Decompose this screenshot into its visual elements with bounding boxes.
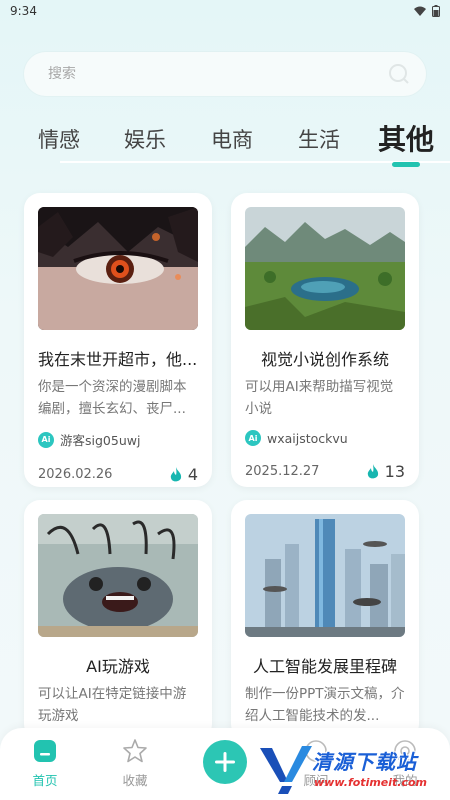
status-time: 9:34: [10, 4, 37, 18]
wifi-icon: [414, 6, 426, 16]
card-description: 可以用AI来帮助描写视觉小说: [245, 379, 394, 417]
tab-entertainment[interactable]: 娱乐: [124, 124, 166, 154]
futuristic-city-image: [245, 514, 405, 637]
watermark-name: 清源下载站: [312, 750, 417, 774]
home-icon: [34, 740, 56, 762]
landscape-lake-image: [245, 207, 405, 330]
card-heat: 4: [170, 465, 198, 484]
prompt-card[interactable]: 视觉小说创作系统 可以用AI来帮助描写视觉小说 Ai wxaijstockvu …: [231, 193, 419, 487]
star-icon: [123, 739, 147, 763]
card-title: AI玩游戏: [86, 657, 150, 676]
author-name: 游客sig05uwj: [60, 433, 141, 448]
watermark-url: www.fotimeit.com: [314, 776, 428, 789]
search-input[interactable]: [48, 66, 348, 82]
tab-active-indicator: [392, 162, 420, 167]
card-date: 2026.02.26: [38, 467, 113, 482]
card-author: Ai wxaijstockvu: [245, 430, 405, 446]
card-title: 我在末世开超市，他...: [38, 350, 198, 369]
status-icons: [414, 5, 440, 17]
heat-count: 13: [384, 462, 405, 481]
card-meta: 2026.02.26 4: [38, 465, 198, 484]
tab-ecommerce[interactable]: 电商: [211, 124, 253, 154]
card-description: 可以让AI在特定链接中游玩游戏: [38, 686, 187, 724]
card-heat: 13: [367, 462, 405, 481]
ai-avatar-icon: Ai: [245, 430, 261, 446]
ai-avatar-icon: Ai: [38, 431, 54, 448]
anime-eye-image: [38, 207, 198, 330]
flame-icon: [170, 466, 181, 481]
nav-home-label: 首页: [32, 773, 58, 788]
card-date: 2025.12.27: [245, 464, 320, 479]
flame-icon: [367, 463, 378, 478]
card-description: 制作一份PPT演示文稿，介绍人工智能技术的发...: [245, 686, 405, 724]
status-bar: 9:34: [0, 0, 450, 22]
site-watermark: 清源下载站 www.fotimeit.com: [258, 740, 427, 798]
prompt-card[interactable]: 我在末世开超市，他... 你是一个资深的漫剧脚本编剧，擅长玄幻、丧尸... Ai…: [24, 193, 212, 487]
card-meta: 2025.12.27 13: [245, 462, 405, 481]
tab-other[interactable]: 其他: [378, 118, 434, 158]
plus-icon: [215, 752, 235, 772]
create-button[interactable]: [203, 740, 247, 784]
search-bar[interactable]: [24, 52, 426, 96]
category-tabs: 情感 娱乐 电商 生活 其他: [0, 116, 450, 164]
card-title: 视觉小说创作系统: [260, 350, 389, 369]
screaming-creature-image: [38, 514, 198, 637]
nav-home[interactable]: 首页: [15, 738, 75, 789]
battery-icon: [432, 5, 440, 17]
author-name: wxaijstockvu: [267, 430, 348, 446]
watermark-logo-icon: [260, 746, 312, 794]
nav-favorites-label: 收藏: [122, 773, 148, 788]
heat-count: 4: [187, 465, 198, 484]
card-title: 人工智能发展里程碑: [252, 657, 397, 676]
card-author: Ai 游客sig05uwj: [38, 430, 198, 449]
prompt-card[interactable]: AI玩游戏 可以让AI在特定链接中游玩游戏: [24, 500, 212, 740]
search-icon[interactable]: [388, 63, 410, 85]
prompt-card[interactable]: 人工智能发展里程碑 制作一份PPT演示文稿，介绍人工智能技术的发...: [231, 500, 419, 740]
card-description: 你是一个资深的漫剧脚本编剧，擅长玄幻、丧尸...: [38, 379, 187, 417]
nav-favorites[interactable]: 收藏: [105, 738, 165, 789]
tab-life[interactable]: 生活: [298, 124, 340, 154]
tab-emotion[interactable]: 情感: [38, 124, 80, 154]
